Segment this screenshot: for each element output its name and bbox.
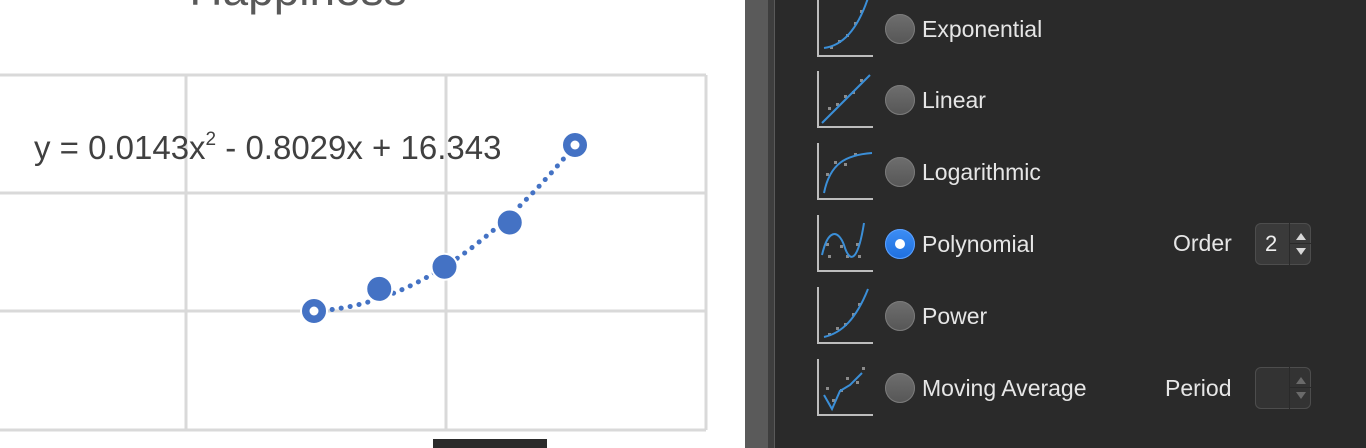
linear-trend-icon <box>817 71 873 128</box>
trendline-equation-label[interactable]: y = 0.0143x2 - 0.8029x + 16.343 <box>34 128 501 168</box>
order-label: Order <box>1173 230 1232 256</box>
stepper-divider <box>1290 387 1312 388</box>
trendline-option-power[interactable]: Power <box>775 287 1366 345</box>
order-increment-icon[interactable] <box>1296 233 1306 240</box>
trendline-option-exponential[interactable]: Exponential <box>775 0 1366 58</box>
radio-linear[interactable] <box>885 85 915 115</box>
label-power: Power <box>922 303 988 329</box>
period-decrement-icon[interactable] <box>1296 392 1306 399</box>
data-point[interactable] <box>495 208 524 237</box>
label-polynomial: Polynomial <box>922 231 1035 257</box>
data-point[interactable] <box>365 274 394 303</box>
polynomial-trend-icon <box>817 215 873 272</box>
sheet-tab-edge[interactable] <box>433 439 547 448</box>
radio-logarithmic[interactable] <box>885 157 915 187</box>
order-stepper-arrows[interactable] <box>1289 223 1312 265</box>
equation-suffix: - 0.8029x + 16.343 <box>216 129 502 166</box>
radio-power[interactable] <box>885 301 915 331</box>
radio-polynomial[interactable] <box>885 229 915 259</box>
trendline-option-linear[interactable]: Linear <box>775 71 1366 129</box>
order-decrement-icon[interactable] <box>1296 248 1306 255</box>
period-increment-icon[interactable] <box>1296 377 1306 384</box>
selection-handle[interactable] <box>309 306 319 316</box>
radio-selected-dot <box>895 239 905 249</box>
period-label: Period <box>1165 375 1232 401</box>
period-stepper[interactable] <box>1255 367 1312 409</box>
radio-moving-average[interactable] <box>885 373 915 403</box>
equation-exponent: 2 <box>205 129 217 150</box>
label-linear: Linear <box>922 87 986 113</box>
stepper-divider <box>1290 243 1312 244</box>
order-stepper[interactable]: 2 <box>1255 223 1312 265</box>
label-logarithmic: Logarithmic <box>922 159 1041 185</box>
logarithmic-trend-icon <box>817 143 873 200</box>
label-exponential: Exponential <box>922 16 1043 42</box>
trendline-option-polynomial[interactable]: Polynomial Order 2 <box>775 215 1366 273</box>
trendline-option-moving-average[interactable]: Moving Average Period <box>775 359 1366 417</box>
data-point[interactable] <box>430 252 459 281</box>
exponential-trend-icon <box>817 0 873 57</box>
equation-prefix: y = 0.0143x <box>34 129 206 166</box>
pane-splitter-edge <box>768 0 774 448</box>
order-value[interactable]: 2 <box>1265 229 1277 259</box>
trendline-option-logarithmic[interactable]: Logarithmic <box>775 143 1366 201</box>
power-trend-icon <box>817 287 873 344</box>
period-stepper-arrows[interactable] <box>1289 367 1312 409</box>
selection-handle[interactable] <box>570 140 580 150</box>
chart-area[interactable]: Happiness y = 0.0143x2 - 0.8029x + 16.34… <box>0 0 745 448</box>
radio-exponential[interactable] <box>885 14 915 44</box>
moving-average-trend-icon <box>817 359 873 416</box>
format-trendline-pane: Exponential Linear Logarithmic Polynomia… <box>775 0 1366 448</box>
plot-area <box>0 73 708 432</box>
label-moving-average: Moving Average <box>922 375 1087 401</box>
